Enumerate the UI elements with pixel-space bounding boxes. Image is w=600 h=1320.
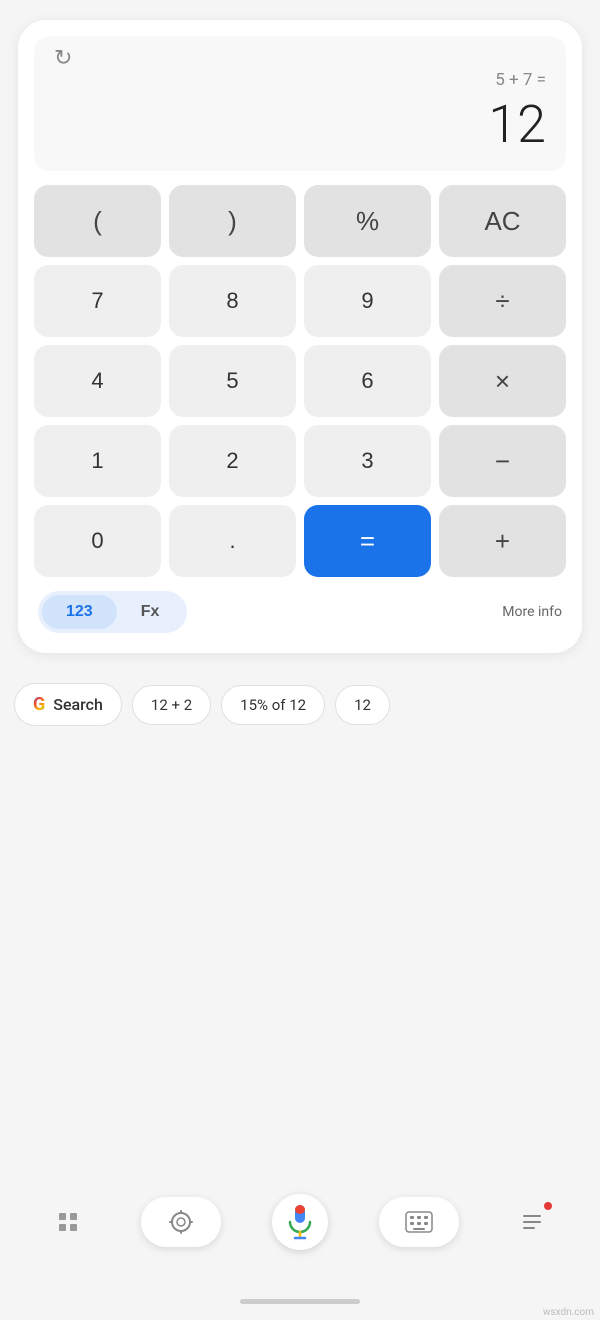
chip-label: 15% of 12	[240, 696, 306, 714]
suggestion-chip-search[interactable]: G Search	[14, 683, 122, 726]
suggestions-row: G Search 12 + 2 15% of 12 12	[14, 683, 586, 726]
calc-btn--[interactable]: )	[169, 185, 296, 257]
google-logo: G	[33, 694, 45, 715]
mode-fx-button[interactable]: Fx	[117, 595, 184, 629]
calc-btn-2[interactable]: 2	[169, 425, 296, 497]
display-expression: 5 + 7 =	[54, 70, 546, 90]
calc-btn--[interactable]: %	[304, 185, 431, 257]
calc-btn-0[interactable]: 0	[34, 505, 161, 577]
suggestions-area: G Search 12 + 2 15% of 12 12	[0, 683, 600, 726]
lens-button[interactable]	[141, 1197, 221, 1247]
mode-123-button[interactable]: 123	[42, 595, 117, 629]
history-icon[interactable]: ↻	[54, 48, 546, 70]
tasks-icon[interactable]	[510, 1200, 554, 1244]
suggestion-chip-calc3[interactable]: 12	[335, 685, 390, 725]
bottom-bar	[0, 1184, 600, 1260]
keyboard-button[interactable]	[379, 1197, 459, 1247]
calc-btn-5[interactable]: 5	[169, 345, 296, 417]
calc-btn-1[interactable]: 1	[34, 425, 161, 497]
calc-btn--[interactable]: −	[439, 425, 566, 497]
calc-btn-7[interactable]: 7	[34, 265, 161, 337]
calc-btn-6[interactable]: 6	[304, 345, 431, 417]
suggestion-chip-calc1[interactable]: 12 + 2	[132, 685, 211, 725]
calc-btn--[interactable]: .	[169, 505, 296, 577]
mode-toggle: 123 Fx	[38, 591, 187, 633]
calc-btn--[interactable]: ×	[439, 345, 566, 417]
chip-label: 12	[354, 696, 371, 714]
calc-btn-4[interactable]: 4	[34, 345, 161, 417]
calc-btn-8[interactable]: 8	[169, 265, 296, 337]
calculator-display: ↻ 5 + 7 = 12	[34, 36, 566, 171]
more-info-link[interactable]: More info	[502, 604, 562, 620]
calc-btn-3[interactable]: 3	[304, 425, 431, 497]
chip-label: 12 + 2	[151, 696, 192, 714]
suggestion-chip-calc2[interactable]: 15% of 12	[221, 685, 325, 725]
calc-btn-9[interactable]: 9	[304, 265, 431, 337]
mode-row: 123 Fx More info	[34, 591, 566, 633]
calc-btn--[interactable]: (	[34, 185, 161, 257]
calc-btn--[interactable]: +	[439, 505, 566, 577]
grid-icon[interactable]	[46, 1200, 90, 1244]
calc-btn-AC[interactable]: AC	[439, 185, 566, 257]
display-result: 12	[54, 94, 546, 155]
button-grid: ()%AC 789÷ 456× 123− 0.=+	[34, 185, 566, 577]
voice-button[interactable]	[272, 1194, 328, 1250]
watermark: wsxdn.com	[543, 1307, 594, 1318]
calc-btn--[interactable]: =	[304, 505, 431, 577]
chip-label: Search	[53, 695, 103, 714]
calc-btn--[interactable]: ÷	[439, 265, 566, 337]
calculator-card: ↻ 5 + 7 = 12 ()%AC789÷456×123−0.=+ 123 F…	[18, 20, 582, 653]
